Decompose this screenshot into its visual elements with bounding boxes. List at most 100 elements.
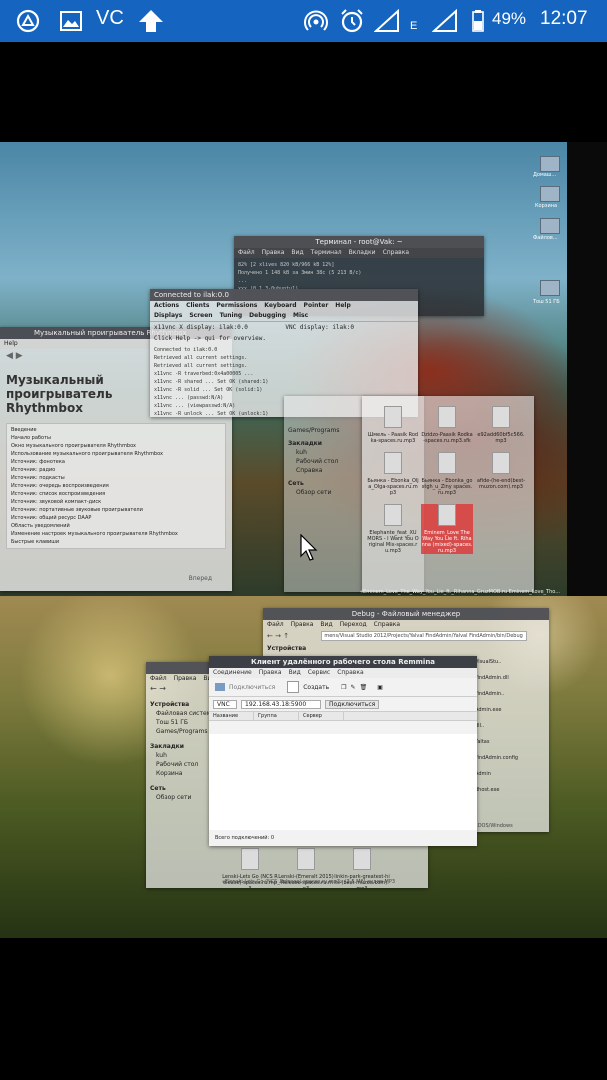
- menu-item[interactable]: Permissions: [216, 302, 257, 309]
- menu-item[interactable]: Правка: [174, 675, 197, 682]
- menu-item[interactable]: Справка: [383, 249, 409, 256]
- menu-item[interactable]: Вид: [289, 669, 301, 676]
- file-item[interactable]: Dzidzo-Paasik Rodka-spaces.ru.mp3.sfk: [421, 406, 473, 444]
- file-item[interactable]: Elephante_feat_XU MORS - I Want You Orig…: [367, 504, 419, 554]
- menu-item[interactable]: Правка: [291, 621, 314, 628]
- menu-item[interactable]: Actions: [154, 302, 179, 309]
- menu-item[interactable]: Переход: [340, 621, 367, 628]
- menu-item[interactable]: Соединение: [213, 669, 252, 676]
- menu-item[interactable]: Debugging: [249, 312, 286, 319]
- file-item[interactable]: e92add60bf5c566.mp3: [475, 406, 527, 444]
- forward-arrow-icon[interactable]: ▶: [16, 351, 23, 361]
- remmina-menubar: Соединение Правка Вид Сервис Справка: [209, 668, 477, 678]
- quick-connect-button[interactable]: Подключиться: [325, 699, 380, 709]
- file-item[interactable]: Бьянка - Ebonka_Olja_Olga-spaces.ru.mp3: [367, 452, 419, 496]
- menu-item[interactable]: Clients: [186, 302, 209, 309]
- x11vnc-display: x11vnc X display: ilak:0.0: [154, 324, 248, 331]
- help-topic-link[interactable]: Источник: список воспроизведения: [11, 490, 221, 498]
- next-link[interactable]: Вперед: [189, 574, 212, 583]
- connect-icon[interactable]: [215, 683, 225, 691]
- file-item[interactable]: dll..: [475, 722, 545, 730]
- help-topic-link[interactable]: Источник: радио: [11, 466, 221, 474]
- remmina-status: Всего подключений: 0: [215, 835, 274, 841]
- preferences-icon[interactable]: ▣: [377, 684, 383, 691]
- menu-item[interactable]: Справка: [337, 669, 363, 676]
- forward-arrow-icon[interactable]: →: [275, 632, 281, 640]
- file-item[interactable]: Yaltas: [475, 738, 545, 746]
- address-input[interactable]: 192.168.43.18:5900: [241, 699, 321, 709]
- menu-item[interactable]: Вид: [291, 249, 303, 256]
- desktop-icon-label: Тош 51 ГБ: [533, 299, 560, 305]
- forward-arrow-icon[interactable]: →: [159, 684, 166, 693]
- file-item[interactable]: FindAdmin..: [475, 690, 545, 698]
- menu-item[interactable]: Displays: [154, 312, 182, 319]
- file-item[interactable]: Admin: [475, 770, 545, 778]
- create-button[interactable]: Создать: [303, 684, 329, 691]
- menu-item[interactable]: Файл: [267, 621, 284, 628]
- new-icon[interactable]: [287, 681, 300, 693]
- help-topic-link[interactable]: Изменение настроек музыкального проигрыв…: [11, 530, 221, 538]
- menu-item[interactable]: Сервис: [308, 669, 330, 676]
- help-topic-link[interactable]: Область уведомлений: [11, 522, 221, 530]
- protocol-select[interactable]: VNC: [213, 699, 237, 709]
- help-topic-link[interactable]: Источник: очередь воспроизведения: [11, 482, 221, 490]
- music-file-icon: [297, 848, 315, 870]
- file-item[interactable]: FindAdmin.config: [475, 754, 545, 762]
- home-folder-icon[interactable]: [540, 156, 560, 172]
- desktop-icon-label: Корзина: [535, 203, 558, 209]
- menu-item[interactable]: Терминал: [311, 249, 342, 256]
- file-item[interactable]: Бьянка - Ebonka_gostgh_u_Ziny spaces.ru.…: [421, 452, 473, 496]
- image-icon: [58, 9, 84, 33]
- menu-item[interactable]: Вид: [320, 621, 332, 628]
- copy-icon[interactable]: ❐: [341, 684, 346, 691]
- help-topic-link[interactable]: Окно музыкального проигрывателя Rhythmbo…: [11, 442, 221, 450]
- back-arrow-icon[interactable]: ◀: [6, 351, 13, 361]
- help-topic-link[interactable]: Источник: общий ресурс DAAP: [11, 514, 221, 522]
- menu-item[interactable]: Keyboard: [264, 302, 296, 309]
- window-title: Debug - Файловый менеджер: [263, 608, 549, 620]
- file-item[interactable]: Admin.exe: [475, 706, 545, 714]
- trash-icon[interactable]: [540, 186, 560, 202]
- connection-list[interactable]: [209, 734, 477, 830]
- menu-item[interactable]: Справка: [374, 621, 400, 628]
- filesystem-icon[interactable]: [540, 218, 560, 234]
- help-topic-link[interactable]: Введение: [11, 426, 221, 434]
- delete-icon[interactable]: 🗑: [360, 684, 368, 691]
- help-topic-link[interactable]: Начало работы: [11, 434, 221, 442]
- file-item[interactable]: dhost.exe: [475, 786, 545, 794]
- file-item[interactable]: afide-(he-end(best-muzon.com).mp3: [475, 452, 527, 496]
- menu-item[interactable]: Misc: [293, 312, 308, 319]
- drive-icon[interactable]: [540, 280, 560, 296]
- menu-item[interactable]: Вкладки: [349, 249, 376, 256]
- help-topic-link[interactable]: Источник: портативные звуковые проигрыва…: [11, 506, 221, 514]
- file-item[interactable]: Шмель - Paasik Rodka-spaces.ru.mp3: [367, 406, 419, 444]
- menu-item[interactable]: Tuning: [220, 312, 243, 319]
- file-item[interactable]: Eminem_Love The Way You Lie ft. Rihanna …: [421, 504, 473, 554]
- menu-item[interactable]: Правка: [262, 249, 285, 256]
- menu-item[interactable]: Screen: [189, 312, 212, 319]
- edit-icon[interactable]: ✎: [351, 684, 356, 691]
- help-topic-link[interactable]: Использование музыкального проигрывателя…: [11, 450, 221, 458]
- black-strip: [567, 142, 607, 596]
- menu-item[interactable]: Файл: [238, 249, 255, 256]
- column-header[interactable]: Группа: [254, 712, 299, 720]
- menu-item[interactable]: Правка: [259, 669, 282, 676]
- connect-button[interactable]: Подключиться: [229, 684, 275, 691]
- file-item[interactable]: FindAdmin.dll: [475, 674, 545, 682]
- help-topic-link[interactable]: Источник: подкасты: [11, 474, 221, 482]
- up-arrow-icon[interactable]: ↑: [283, 632, 289, 640]
- file-item[interactable]: VisualStu..: [475, 658, 545, 666]
- help-topic-link[interactable]: Источник: фонотека: [11, 458, 221, 466]
- path-bar[interactable]: mens/Visual Studio 2012/Projects/Yalval …: [321, 631, 528, 641]
- back-arrow-icon[interactable]: ←: [150, 684, 157, 693]
- file-name: Dzidzo-Paasik Rodka-spaces.ru.mp3.sfk: [421, 432, 473, 444]
- help-topic-link[interactable]: Быстрые клавиши: [11, 538, 221, 546]
- help-topic-link[interactable]: Источник: звуковой компакт-диск: [11, 498, 221, 506]
- window-title: Клиент удалённого рабочего стола Remmina: [209, 656, 477, 668]
- menu-item[interactable]: Pointer: [304, 302, 329, 309]
- column-header[interactable]: Название: [209, 712, 254, 720]
- menu-item[interactable]: Файл: [150, 675, 167, 682]
- column-header[interactable]: Сервер: [299, 712, 344, 720]
- back-arrow-icon[interactable]: ←: [267, 632, 273, 640]
- menu-item[interactable]: Help: [335, 302, 350, 309]
